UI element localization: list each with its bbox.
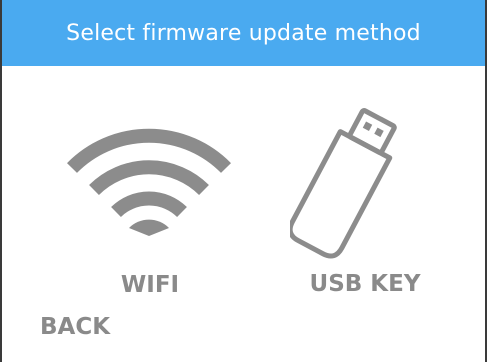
screen-right-border — [485, 0, 487, 362]
firmware-update-screen: Select firmware update method WIFI USB K… — [0, 0, 497, 362]
wifi-option-button[interactable]: WIFI — [60, 110, 240, 310]
usb-key-icon — [290, 108, 397, 259]
wifi-option-label: WIFI — [120, 272, 180, 298]
page-title: Select firmware update method — [66, 20, 421, 46]
back-button[interactable]: BACK — [40, 314, 110, 340]
usb-key-option-button[interactable]: USB KEY — [290, 95, 440, 310]
header-bar: Select firmware update method — [2, 0, 485, 66]
wifi-icon — [67, 128, 231, 236]
usb-key-option-label: USB KEY — [309, 271, 421, 297]
